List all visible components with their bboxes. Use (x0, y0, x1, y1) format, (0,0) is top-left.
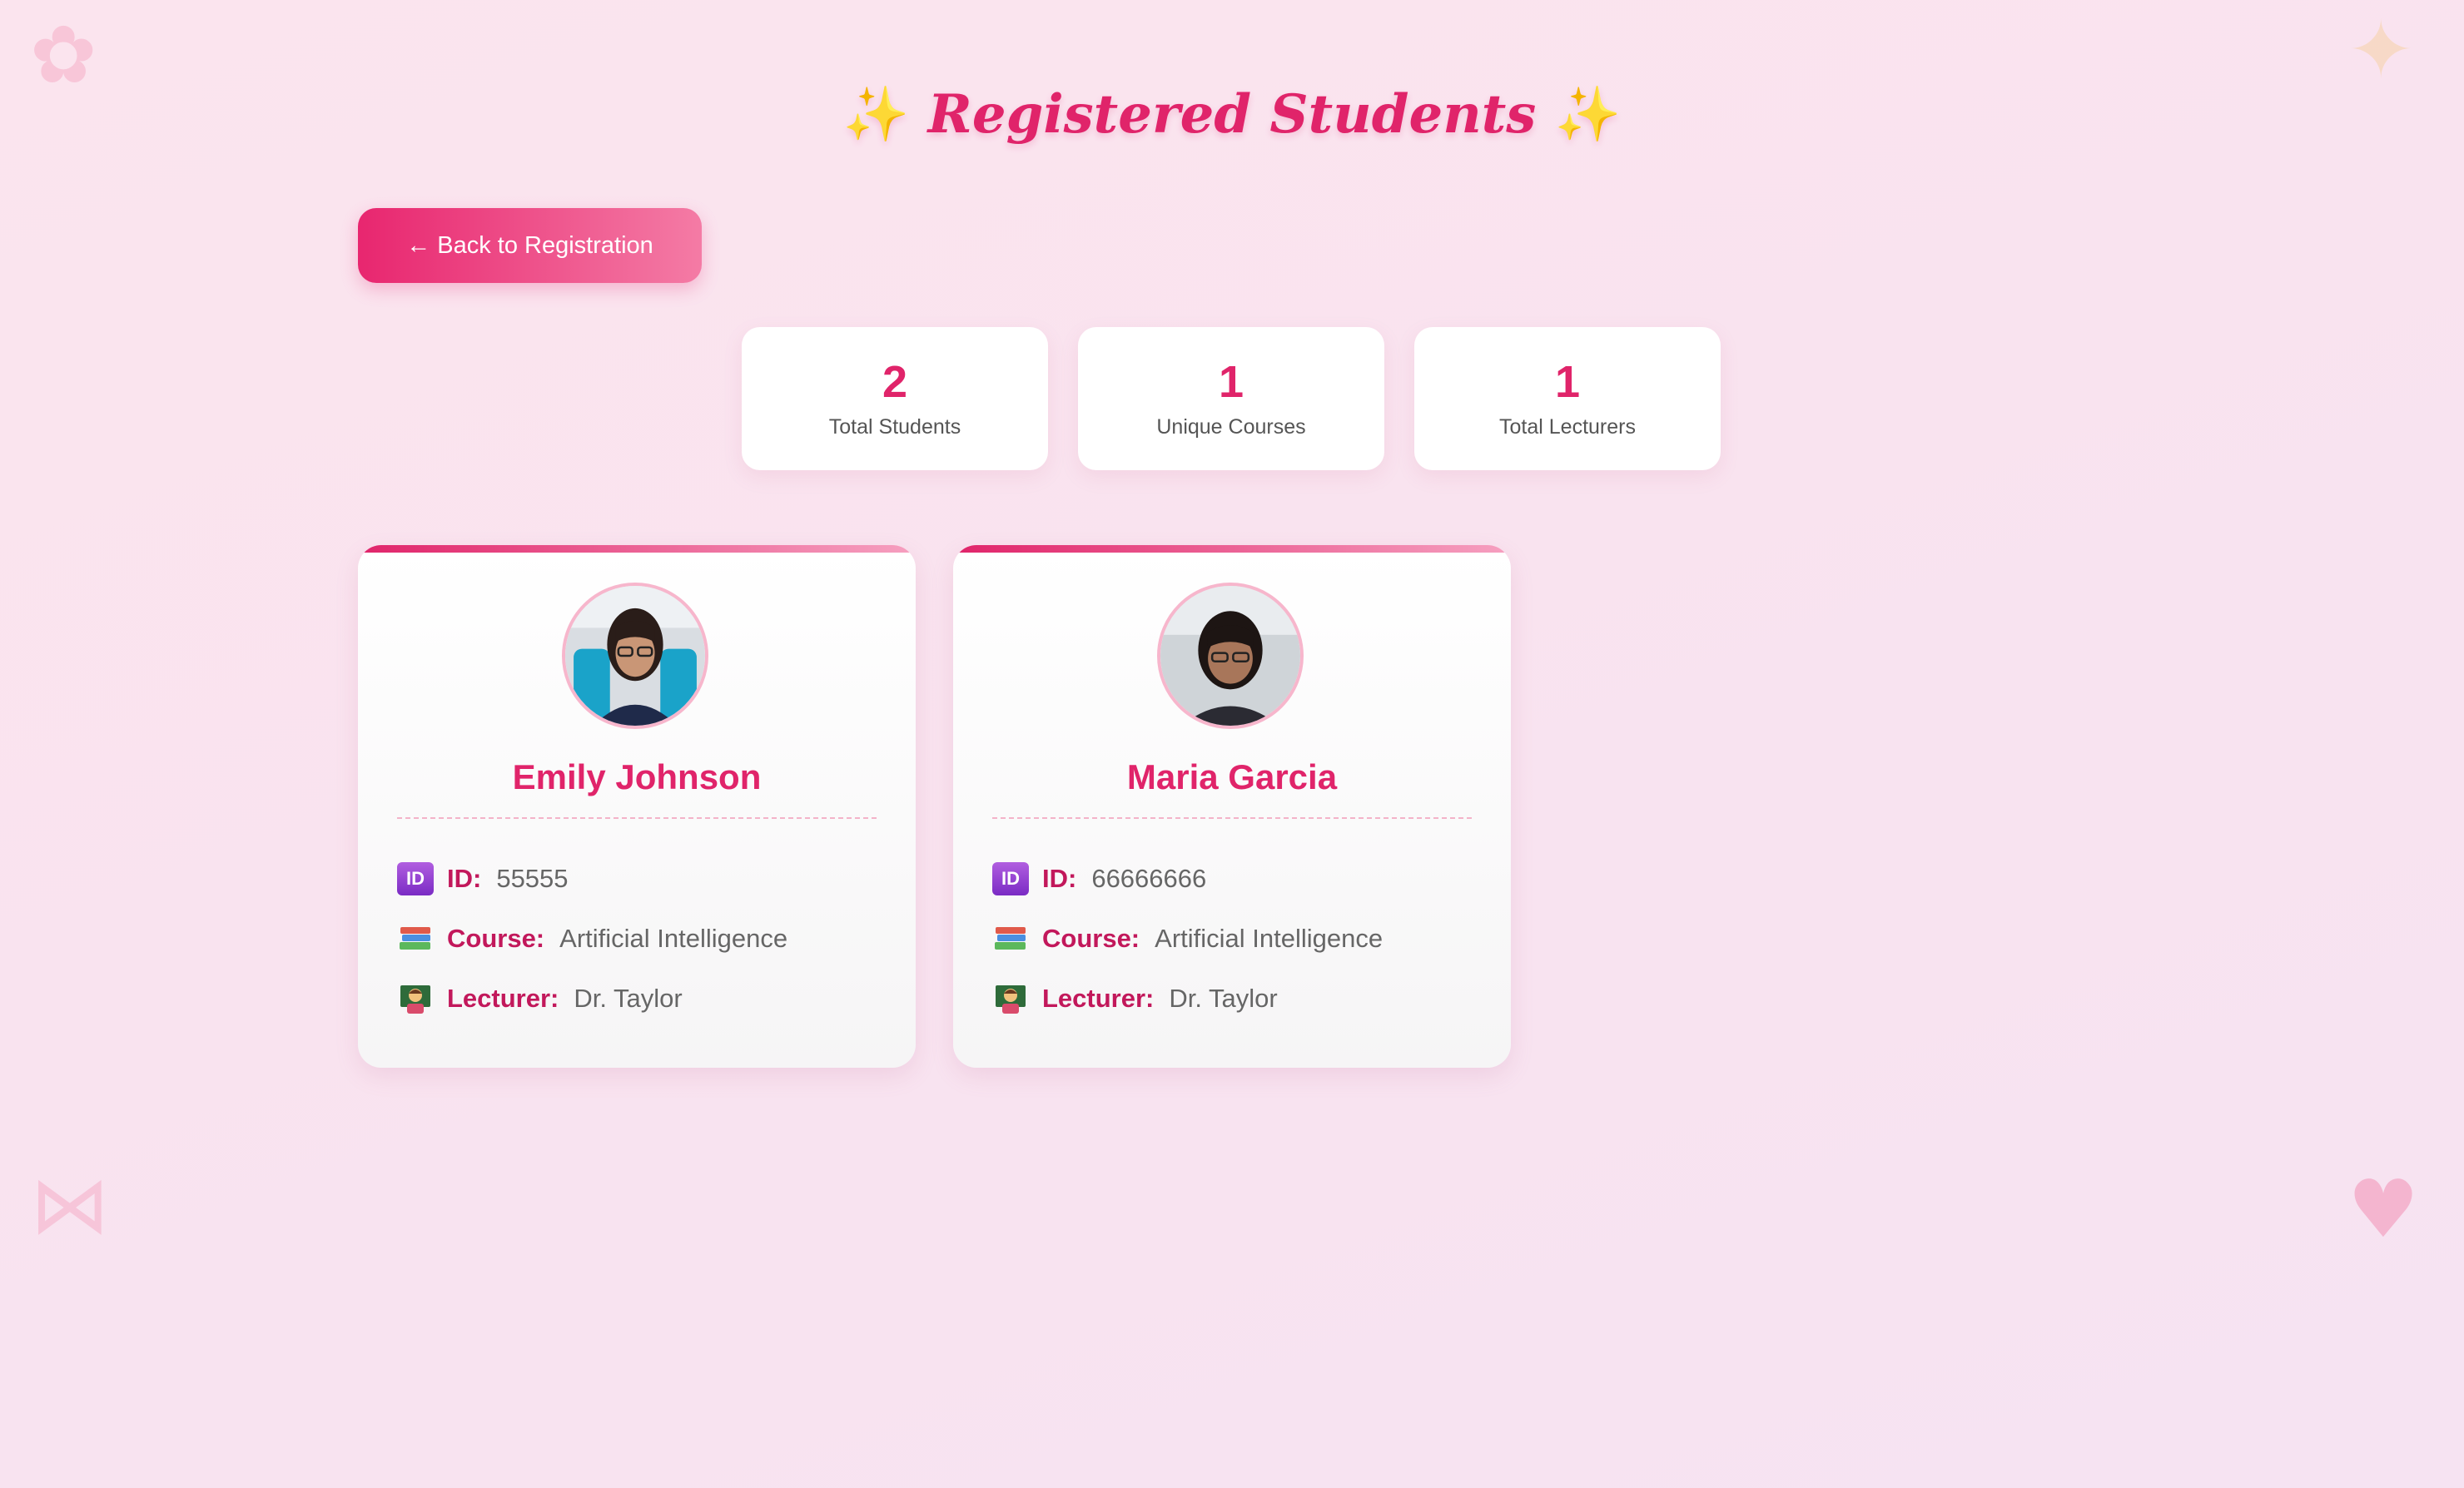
sparkling-heart-icon: ♥ (2347, 1163, 2420, 1256)
info-value: Dr. Taylor (1169, 984, 1278, 1013)
info-label: Course: (1042, 924, 1140, 953)
back-to-registration-button[interactable]: ← Back to Registration (358, 208, 702, 283)
student-info: ID ID: 66666666 Course: Artificial Intel… (992, 849, 1472, 1029)
books-icon (992, 922, 1029, 955)
student-card: Emily Johnson ID ID: 55555 Course: Artif… (358, 545, 916, 1068)
id-badge-icon: ID (397, 862, 434, 895)
avatar (562, 583, 708, 729)
stat-label: Total Students (828, 415, 961, 439)
stat-value: 1 (1554, 356, 1581, 407)
info-value: 55555 (496, 864, 569, 893)
student-cards: Emily Johnson ID ID: 55555 Course: Artif… (358, 545, 1511, 1068)
divider (397, 817, 877, 819)
divider (992, 817, 1472, 819)
stat-value: 2 (882, 356, 908, 407)
student-name: Maria Garcia (1126, 757, 1338, 796)
info-label: Lecturer: (447, 984, 559, 1013)
info-row-id: ID ID: 55555 (397, 849, 877, 909)
info-row-id: ID ID: 66666666 (992, 849, 1472, 909)
student-info: ID ID: 55555 Course: Artificial Intellig… (397, 849, 877, 1029)
books-icon (397, 922, 434, 955)
info-label: ID: (1042, 864, 1077, 893)
stat-label: Unique Courses (1156, 415, 1306, 439)
avatar (1157, 583, 1304, 729)
stat-label: Total Lecturers (1499, 415, 1636, 439)
sparkles-icon: ✨ (842, 83, 910, 146)
stat-unique-courses: 1 Unique Courses (1078, 327, 1384, 470)
sparkles-icon: ✦ (2347, 3, 2415, 97)
info-value: Artificial Intelligence (1155, 924, 1384, 953)
info-row-course: Course: Artificial Intelligence (992, 909, 1472, 969)
teacher-icon (397, 982, 434, 1015)
info-label: Lecturer: (1042, 984, 1155, 1013)
page-title: ✨ Registered Students ✨ (0, 83, 2464, 146)
sparkles-icon: ✨ (1554, 83, 1622, 146)
info-row-course: Course: Artificial Intelligence (397, 909, 877, 969)
card-accent-bar (358, 545, 916, 553)
id-badge-icon: ID (992, 862, 1029, 895)
page-title-text: Registered Students (927, 83, 1537, 146)
ribbon-icon: ⋈ (30, 1158, 110, 1252)
info-label: ID: (447, 864, 482, 893)
info-row-lecturer: Lecturer: Dr. Taylor (992, 969, 1472, 1029)
card-accent-bar (953, 545, 1511, 553)
student-card: Maria Garcia ID ID: 66666666 Course: Art… (953, 545, 1511, 1068)
stat-total-lecturers: 1 Total Lecturers (1414, 327, 1721, 470)
info-value: Artificial Intelligence (559, 924, 788, 953)
stat-total-students: 2 Total Students (742, 327, 1048, 470)
info-label: Course: (447, 924, 545, 953)
stats-row: 2 Total Students 1 Unique Courses 1 Tota… (742, 327, 1721, 470)
info-value: 66666666 (1091, 864, 1207, 893)
stat-value: 1 (1218, 356, 1244, 407)
info-row-lecturer: Lecturer: Dr. Taylor (397, 969, 877, 1029)
teacher-icon (992, 982, 1029, 1015)
info-value: Dr. Taylor (574, 984, 683, 1013)
student-name: Emily Johnson (512, 757, 762, 796)
